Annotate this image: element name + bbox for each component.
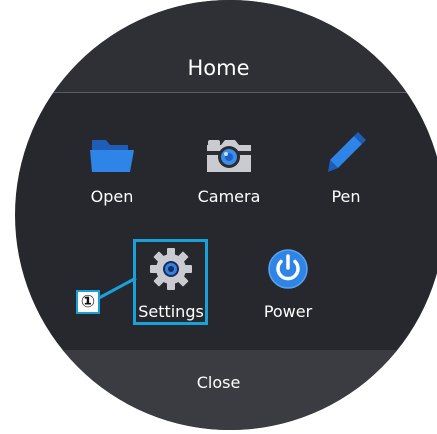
folder-icon — [72, 136, 152, 176]
gear-icon — [131, 246, 211, 292]
open-button[interactable]: Open — [72, 130, 152, 210]
power-button[interactable]: Power — [248, 242, 328, 322]
pen-icon — [306, 132, 386, 176]
camera-label: Camera — [197, 187, 261, 206]
open-label: Open — [90, 187, 134, 206]
camera-button[interactable]: Camera — [189, 130, 269, 210]
pen-button[interactable]: Pen — [306, 130, 386, 210]
camera-icon — [189, 135, 269, 175]
power-label: Power — [263, 302, 313, 321]
pen-label: Pen — [331, 187, 361, 206]
settings-label: Settings — [138, 302, 204, 321]
header-divider — [15, 92, 437, 93]
screenshot-stage: Home Open Camera Pen Settings Power Clos… — [0, 0, 437, 434]
settings-button[interactable]: Settings — [131, 242, 211, 322]
power-icon — [248, 246, 328, 292]
page-title: Home — [187, 56, 250, 80]
close-button[interactable]: Close — [0, 373, 437, 393]
callout-badge: ① — [76, 290, 100, 314]
